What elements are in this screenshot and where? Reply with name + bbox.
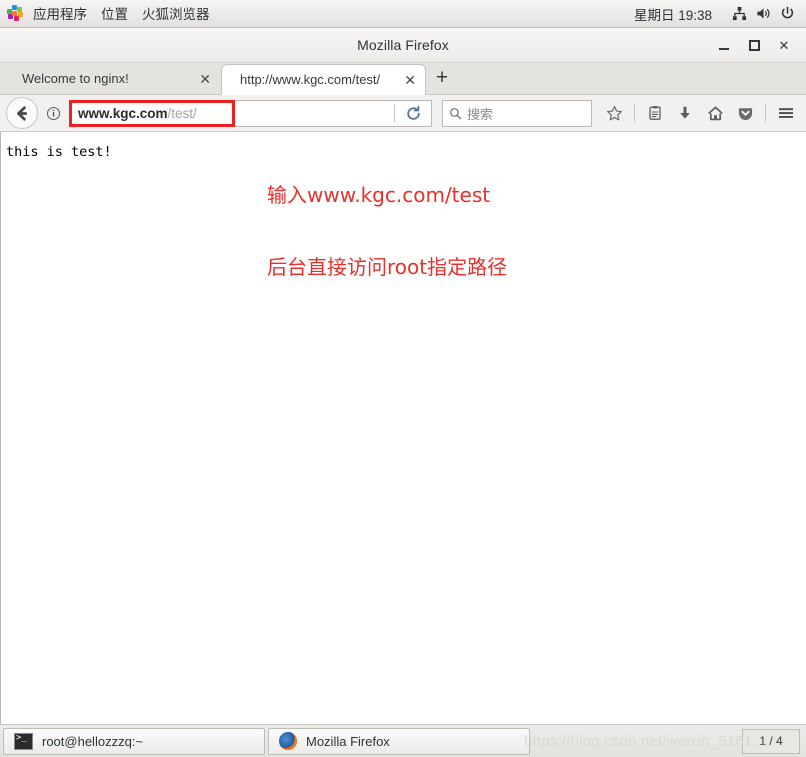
window-maximize-button[interactable] — [746, 37, 762, 53]
taskbar-item-terminal[interactable]: root@hellozzzq:~ — [3, 727, 265, 755]
toolbar-icon-group — [600, 99, 800, 127]
firefox-window: Mozilla Firefox ✕ Welcome to nginx! ✕ ht… — [0, 28, 806, 724]
home-icon[interactable] — [701, 99, 729, 127]
workspace-switcher[interactable]: 1 / 4 — [742, 728, 800, 754]
reload-icon[interactable] — [395, 101, 431, 126]
library-icon[interactable] — [641, 99, 669, 127]
taskbar-item-label: Mozilla Firefox — [306, 733, 390, 749]
url-path: /test/ — [167, 105, 197, 121]
page-info-icon[interactable] — [40, 98, 66, 128]
url-text: www.kgc.com/test/ — [78, 106, 197, 121]
pocket-icon[interactable] — [731, 99, 759, 127]
url-highlight-box: www.kgc.com/test/ — [69, 99, 235, 127]
applications-pinwheel-icon[interactable] — [6, 4, 24, 23]
page-body-text: this is test! — [6, 144, 112, 160]
window-title: Mozilla Firefox — [357, 37, 449, 53]
panel-menu-firefox[interactable]: 火狐浏览器 — [139, 0, 221, 27]
volume-icon[interactable] — [752, 3, 774, 25]
tab-label: http://www.kgc.com/test/ — [240, 72, 381, 87]
terminal-icon — [14, 732, 33, 750]
search-placeholder: 搜索 — [467, 106, 494, 122]
tab-label: Welcome to nginx! — [22, 71, 129, 86]
taskbar-item-label: root@hellozzzq:~ — [42, 733, 143, 749]
toolbar-separator-2 — [765, 103, 766, 123]
menu-hamburger-icon[interactable] — [772, 99, 800, 127]
bookmark-star-icon[interactable] — [600, 99, 628, 127]
network-icon[interactable] — [728, 3, 750, 25]
panel-status-group: 星期日 19:38 — [634, 3, 806, 25]
gnome-top-panel: 应用程序 位置 火狐浏览器 星期日 19:38 — [0, 0, 806, 28]
url-input-area[interactable] — [235, 101, 394, 126]
panel-menu-places[interactable]: 位置 — [98, 0, 139, 27]
url-domain: www.kgc.com — [78, 105, 168, 121]
panel-clock[interactable]: 星期日 19:38 — [634, 4, 726, 24]
window-titlebar: Mozilla Firefox ✕ — [0, 28, 806, 63]
power-icon[interactable] — [776, 3, 798, 25]
desktop-screen: 应用程序 位置 火狐浏览器 星期日 19:38 Mozilla Firefox … — [0, 0, 806, 757]
new-tab-button[interactable]: + — [426, 63, 458, 94]
tab-welcome-to-nginx[interactable]: Welcome to nginx! ✕ — [4, 63, 221, 94]
taskbar-item-firefox[interactable]: Mozilla Firefox — [268, 727, 530, 755]
window-controls: ✕ — [716, 28, 800, 62]
page-viewport: this is test! 输入www.kgc.com/test 后台直接访问r… — [0, 132, 806, 724]
annotation-line-2: 后台直接访问root指定路径 — [267, 255, 508, 279]
search-icon — [450, 107, 462, 119]
toolbar-separator — [634, 103, 635, 123]
search-input[interactable]: 搜索 — [442, 99, 592, 127]
tab-strip: Welcome to nginx! ✕ http://www.kgc.com/t… — [0, 63, 806, 95]
panel-menu-group: 应用程序 位置 火狐浏览器 — [0, 0, 221, 27]
window-list-taskbar: root@hellozzzq:~ Mozilla Firefox 1 / 4 — [0, 724, 806, 757]
annotation-overlay: 输入www.kgc.com/test 后台直接访问root指定路径 — [267, 135, 507, 327]
firefox-icon — [279, 732, 297, 750]
tab-close-icon[interactable]: ✕ — [404, 73, 416, 87]
downloads-icon[interactable] — [671, 99, 699, 127]
tab-close-icon[interactable]: ✕ — [199, 72, 211, 86]
tab-kgc-test[interactable]: http://www.kgc.com/test/ ✕ — [221, 64, 426, 95]
window-minimize-button[interactable] — [716, 37, 732, 53]
annotation-line-1: 输入www.kgc.com/test — [267, 183, 491, 207]
panel-menu-applications[interactable]: 应用程序 — [30, 0, 98, 27]
url-bar[interactable]: www.kgc.com/test/ — [69, 99, 432, 127]
window-close-button[interactable]: ✕ — [776, 37, 792, 53]
back-arrow-icon[interactable] — [6, 97, 38, 129]
navigation-toolbar: www.kgc.com/test/ 搜索 — [0, 95, 806, 132]
